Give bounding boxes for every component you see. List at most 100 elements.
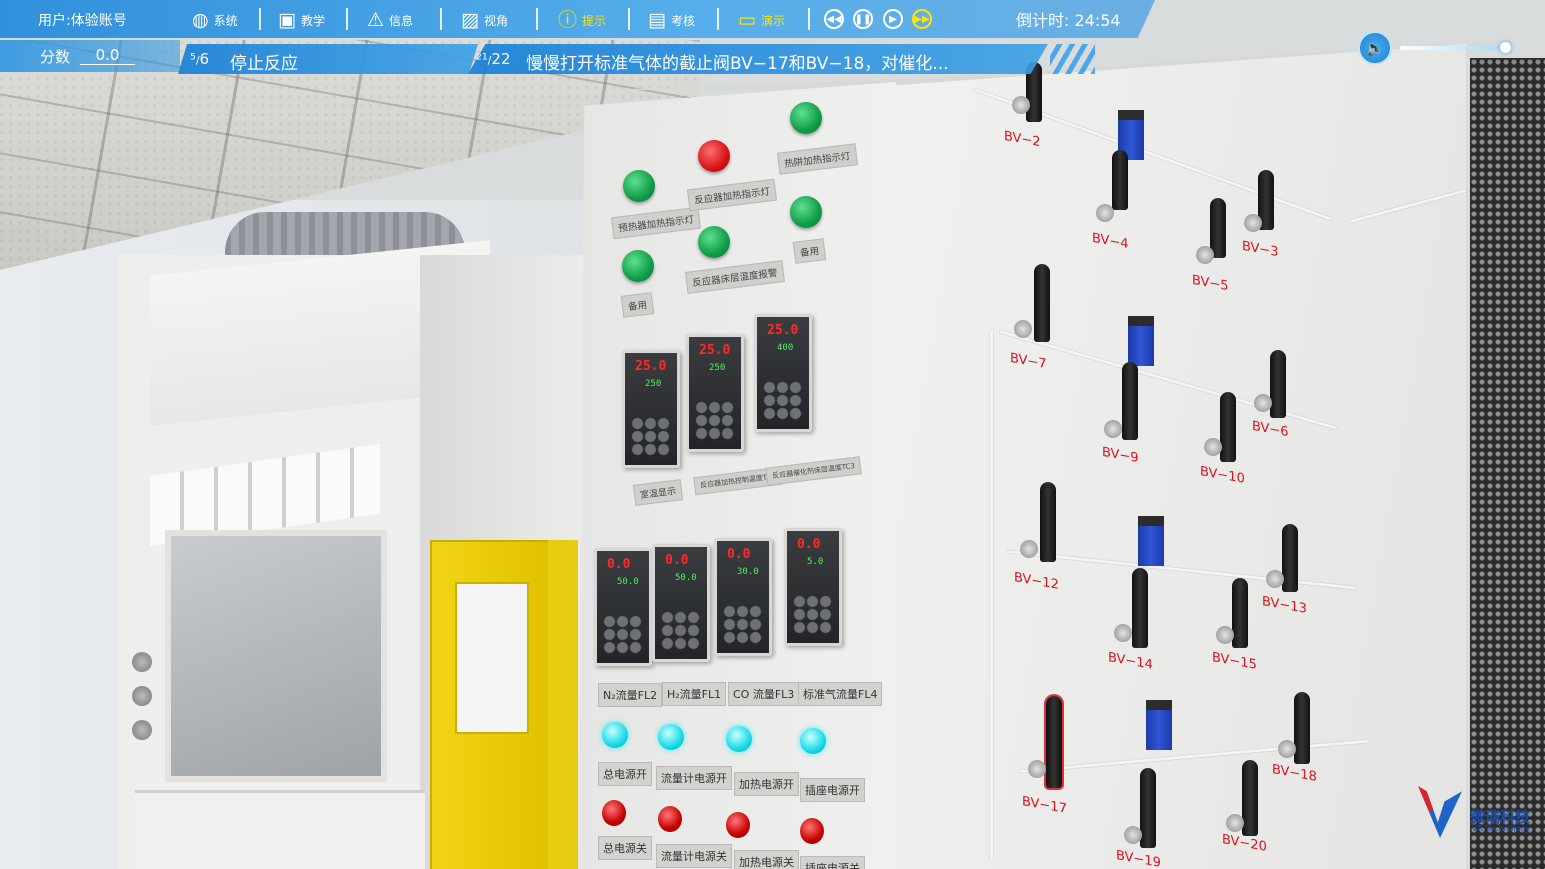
menu-label: 信息 [389, 13, 414, 28]
valve-body [1226, 814, 1244, 832]
ball-valve[interactable] [1112, 150, 1128, 210]
valve-body [1012, 96, 1030, 114]
image-icon: ▨ [461, 8, 479, 31]
temp-controller[interactable]: 25.0 250 [622, 350, 680, 468]
power-on-label: 总电源开 [598, 762, 652, 786]
menu-hint[interactable]: ⓘ 提示 [558, 8, 606, 32]
pressure-regulator[interactable] [1128, 316, 1154, 366]
controller-sv: 250 [645, 379, 662, 389]
volume-slider[interactable] [1400, 46, 1506, 50]
flow-controller[interactable]: 0.0 30.0 [714, 538, 772, 656]
spare-lamp[interactable] [622, 250, 654, 282]
valve-body [1020, 540, 1038, 558]
lamp-label: 备用 [620, 292, 655, 318]
flow-controller[interactable]: 0.0 50.0 [594, 548, 652, 666]
lamp-label: 备用 [792, 238, 827, 264]
ball-valve[interactable] [1122, 362, 1138, 440]
controller-keys[interactable] [631, 417, 671, 457]
controller-keys[interactable] [695, 401, 735, 441]
hood-knob[interactable] [132, 652, 152, 672]
pause-icon: ❚❚ [854, 13, 872, 25]
ball-valve[interactable] [1040, 482, 1056, 562]
valve-body [1266, 570, 1284, 588]
ball-valve[interactable] [1140, 768, 1156, 848]
controller-keys[interactable] [793, 595, 833, 635]
toolbar-divider [717, 8, 719, 30]
countdown-timer: 倒计时: 24:54 [1016, 11, 1121, 30]
spare-lamp[interactable] [790, 196, 822, 228]
valve-body [1114, 624, 1132, 642]
menu-demo[interactable]: ▭ 演示 [738, 8, 785, 32]
pause-button[interactable]: ❚❚ [853, 9, 873, 29]
flowmeter-power-off-button[interactable] [658, 806, 682, 832]
fast-forward-icon: ▶▶ [914, 13, 930, 25]
teach-icon: ▣ [278, 8, 296, 31]
menu-info[interactable]: ⚠ 信息 [367, 8, 413, 32]
menu-system[interactable]: ◍ 系统 [192, 8, 238, 32]
power-on-label: 流量计电源开 [656, 766, 732, 790]
controller-keys[interactable] [661, 611, 701, 651]
menu-view[interactable]: ▨ 视角 [461, 8, 508, 32]
fume-hood-window [165, 530, 387, 782]
ball-valve[interactable] [1294, 692, 1310, 764]
ball-valve[interactable] [1282, 524, 1298, 592]
volume-slider-handle[interactable] [1500, 42, 1511, 53]
toolbar-divider [346, 8, 348, 30]
ball-valve[interactable] [1242, 760, 1258, 836]
trap-heat-lamp[interactable] [790, 102, 822, 134]
temp-controller[interactable]: 25.0 400 [754, 314, 812, 432]
ball-valve[interactable] [1132, 568, 1148, 648]
reactor-alarm-lamp[interactable] [698, 226, 730, 258]
ball-valve[interactable] [1270, 350, 1286, 418]
ball-valve[interactable] [1220, 392, 1236, 462]
step-fraction: 5/6 [190, 50, 210, 68]
ball-valve[interactable] [1232, 578, 1248, 648]
flowmeter-power-on-button[interactable] [658, 724, 684, 750]
valve-body [1014, 320, 1032, 338]
valve-body [1028, 760, 1046, 778]
gas-pipe [990, 330, 993, 860]
controller-pv: 0.0 [727, 547, 751, 562]
flow-controller[interactable]: 0.0 50.0 [652, 544, 710, 662]
substep-total: 22 [491, 50, 511, 68]
pressure-regulator[interactable] [1146, 700, 1172, 750]
substep-text: 慢慢打开标准气体的截止阀BV−17和BV−18，对催化... [526, 54, 949, 74]
step-banner: 5/6 停止反应 [178, 44, 478, 74]
main-power-off-button[interactable] [602, 800, 626, 826]
valve-body [1254, 394, 1272, 412]
socket-power-off-button[interactable] [800, 818, 824, 844]
lab-scene: 预热器加热指示灯 反应器加热指示灯 热阱加热指示灯 备用 反应器床层温度报警 备… [0, 0, 1545, 869]
heater-power-on-button[interactable] [726, 726, 752, 752]
controller-keys[interactable] [723, 605, 763, 645]
menu-teaching[interactable]: ▣ 教学 [278, 8, 325, 32]
globe-icon: ◍ [192, 8, 209, 31]
user-label: 用户:体验账号 [38, 13, 127, 29]
ball-valve[interactable] [1034, 264, 1050, 342]
controller-pv: 25.0 [767, 323, 799, 338]
heater-power-off-button[interactable] [726, 812, 750, 838]
controller-pv: 25.0 [699, 343, 731, 358]
fast-forward-button[interactable]: ▶▶ [912, 9, 932, 29]
temp-controller[interactable]: 25.0 250 [686, 334, 744, 452]
flow-controller[interactable]: 0.0 5.0 [784, 528, 842, 646]
controller-keys[interactable] [603, 615, 643, 655]
preheater-lamp[interactable] [623, 170, 655, 202]
menu-label: 演示 [760, 13, 785, 28]
hood-knob[interactable] [132, 720, 152, 740]
step-total: 6 [199, 50, 210, 68]
hood-knob[interactable] [132, 686, 152, 706]
controller-keys[interactable] [763, 381, 803, 421]
pressure-regulator[interactable] [1138, 516, 1164, 566]
main-power-on-button[interactable] [602, 722, 628, 748]
reactor-heat-lamp[interactable] [698, 140, 730, 172]
volume-button[interactable]: 🔈 [1358, 31, 1392, 65]
menu-exam[interactable]: ▤ 考核 [648, 8, 695, 32]
rewind-button[interactable]: ◀◀ [824, 9, 844, 29]
valve-panel [896, 44, 1466, 869]
play-button[interactable]: ▶ [883, 9, 903, 29]
controller-sv: 400 [777, 343, 794, 353]
socket-power-on-button[interactable] [800, 728, 826, 754]
toolbar-divider [259, 8, 261, 30]
ball-valve-bv17-highlighted[interactable] [1046, 696, 1062, 788]
clipboard-icon: ▤ [648, 8, 666, 31]
